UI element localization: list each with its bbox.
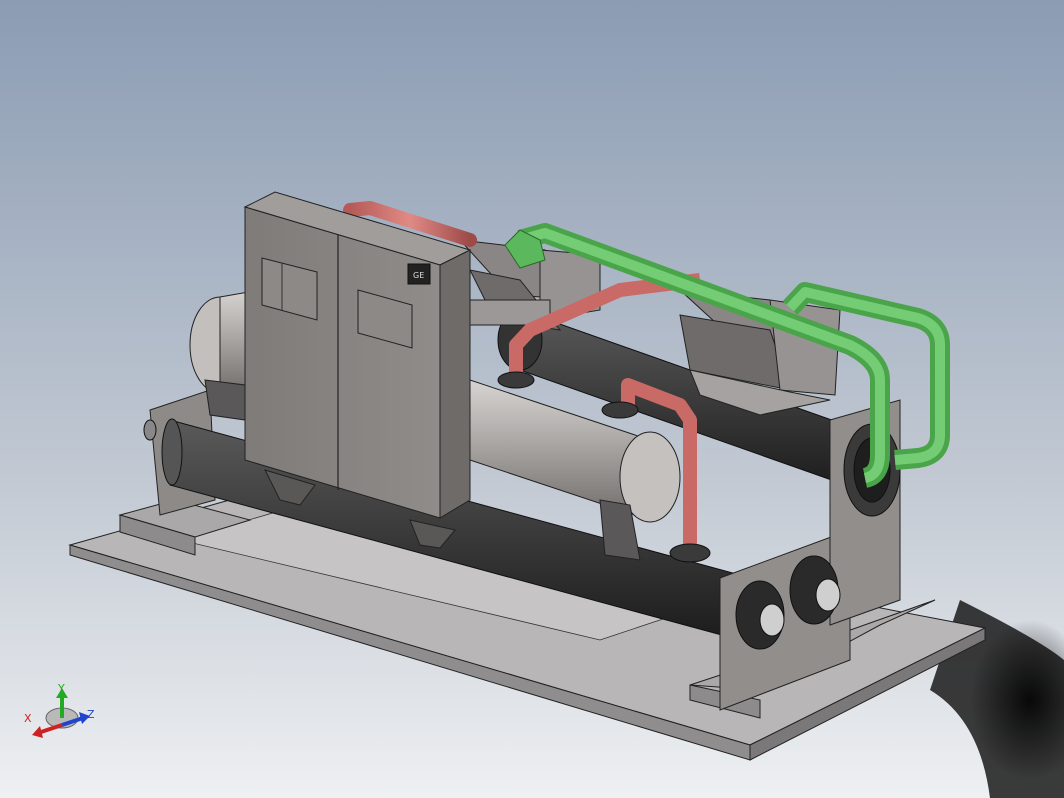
3d-graphics-viewport[interactable]: GE Y X Z (0, 0, 1064, 798)
model-scene[interactable]: GE Y X Z (0, 0, 1064, 798)
triad-y-label: Y (57, 682, 65, 695)
triad-z-label: Z (87, 708, 95, 721)
water-inlet-nozzle[interactable] (735, 580, 785, 650)
cabinet-emblem: GE (413, 271, 424, 280)
triad-x-label: X (24, 712, 32, 725)
